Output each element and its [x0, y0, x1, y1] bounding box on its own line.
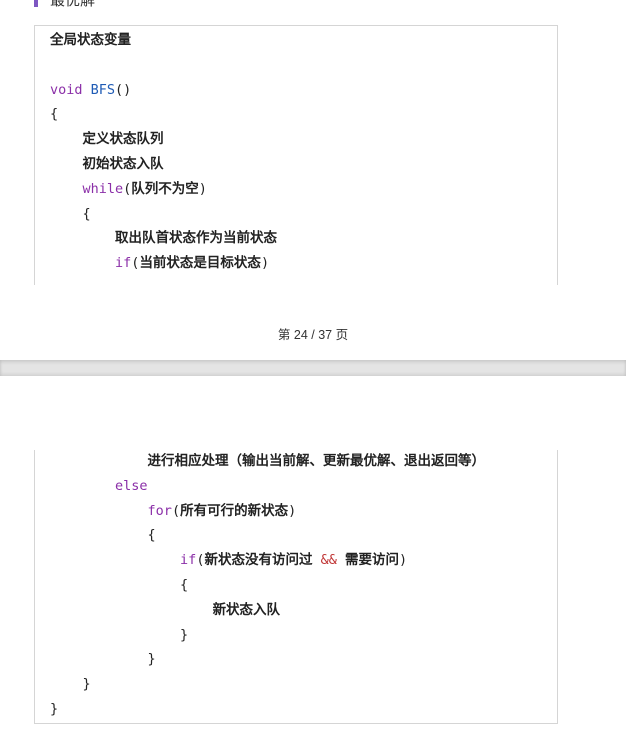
code-token: {: [50, 527, 156, 544]
code-line: 全局状态变量: [50, 30, 131, 50]
code-token: if: [180, 552, 197, 569]
section-heading: 最优解: [50, 0, 96, 9]
code-token: ): [399, 552, 408, 569]
code-token: 进行相应处理（输出当前解、更新最优解、退出返回等）: [147, 453, 486, 469]
code-token: 初始状态入队: [82, 156, 164, 172]
code-token: 新状态入队: [212, 601, 281, 618]
code-line: else: [50, 476, 148, 496]
code-token: (): [115, 81, 132, 98]
code-token: 当前状态是目标状态: [139, 255, 261, 272]
code-token: {: [50, 205, 91, 222]
code-token: for: [147, 502, 172, 519]
code-line: {: [50, 525, 156, 545]
code-token: }: [50, 701, 59, 717]
code-line: }: [50, 674, 91, 694]
code-token: else: [115, 477, 148, 494]
code-line: }: [50, 699, 58, 719]
code-line: 新状态入队: [50, 600, 281, 620]
code-token: {: [50, 577, 189, 593]
code-block-bottom: 进行相应处理（输出当前解、更新最优解、退出返回等） else for(所有可行的…: [34, 450, 558, 724]
code-token: 全局状态变量: [50, 32, 131, 48]
code-token: {: [50, 106, 59, 123]
heading-accent-bar: [34, 0, 38, 7]
code-token: while: [82, 180, 124, 197]
code-line: }: [50, 625, 188, 645]
code-token: ): [288, 502, 297, 519]
code-token: 需要访问: [345, 552, 399, 569]
code-block-top: 全局状态变量 void BFS() { 定义状态队列 初始状态入队 while(队列…: [34, 25, 558, 285]
code-line: }: [50, 649, 156, 669]
code-line: 初始状态入队: [50, 154, 164, 174]
code-line: 进行相应处理（输出当前解、更新最优解、退出返回等）: [50, 451, 486, 471]
code-token: 所有可行的新状态: [180, 502, 289, 519]
code-line: if(当前状态是目标状态): [50, 253, 269, 273]
code-token: }: [50, 626, 189, 643]
code-token: ): [260, 255, 270, 272]
code-token: 定义状态队列: [82, 131, 164, 148]
code-token: 队列不为空: [131, 180, 199, 197]
code-token: if: [115, 255, 132, 272]
code-token: }: [50, 651, 156, 668]
code-line: {: [50, 575, 188, 595]
code-line: if(新状态没有访问过 && 需要访问): [50, 550, 407, 570]
code-token: BFS: [90, 81, 116, 98]
code-line: 定义状态队列: [50, 129, 164, 149]
code-token: (: [171, 502, 181, 519]
code-token: ): [198, 180, 207, 197]
code-line: {: [50, 104, 58, 124]
code-token: 新状态没有访问过: [204, 552, 313, 569]
page-number-footer: 第 24 / 37 页: [277, 328, 349, 342]
code-line: 取出队首状态作为当前状态: [50, 228, 277, 248]
code-line: while(队列不为空): [50, 179, 207, 199]
code-line: void BFS(): [50, 80, 131, 100]
code-token: void: [50, 81, 91, 98]
code-token: }: [50, 676, 91, 693]
document-page-24: 最优解 全局状态变量 void BFS() { 定义状态队列 初始状态入队 whil…: [0, 0, 626, 360]
code-token: &&: [320, 552, 337, 569]
code-line: for(所有可行的新状态): [50, 501, 297, 521]
page-separator: [0, 360, 626, 376]
code-token: 取出队首状态作为当前状态: [115, 230, 278, 247]
code-line: {: [50, 204, 91, 224]
